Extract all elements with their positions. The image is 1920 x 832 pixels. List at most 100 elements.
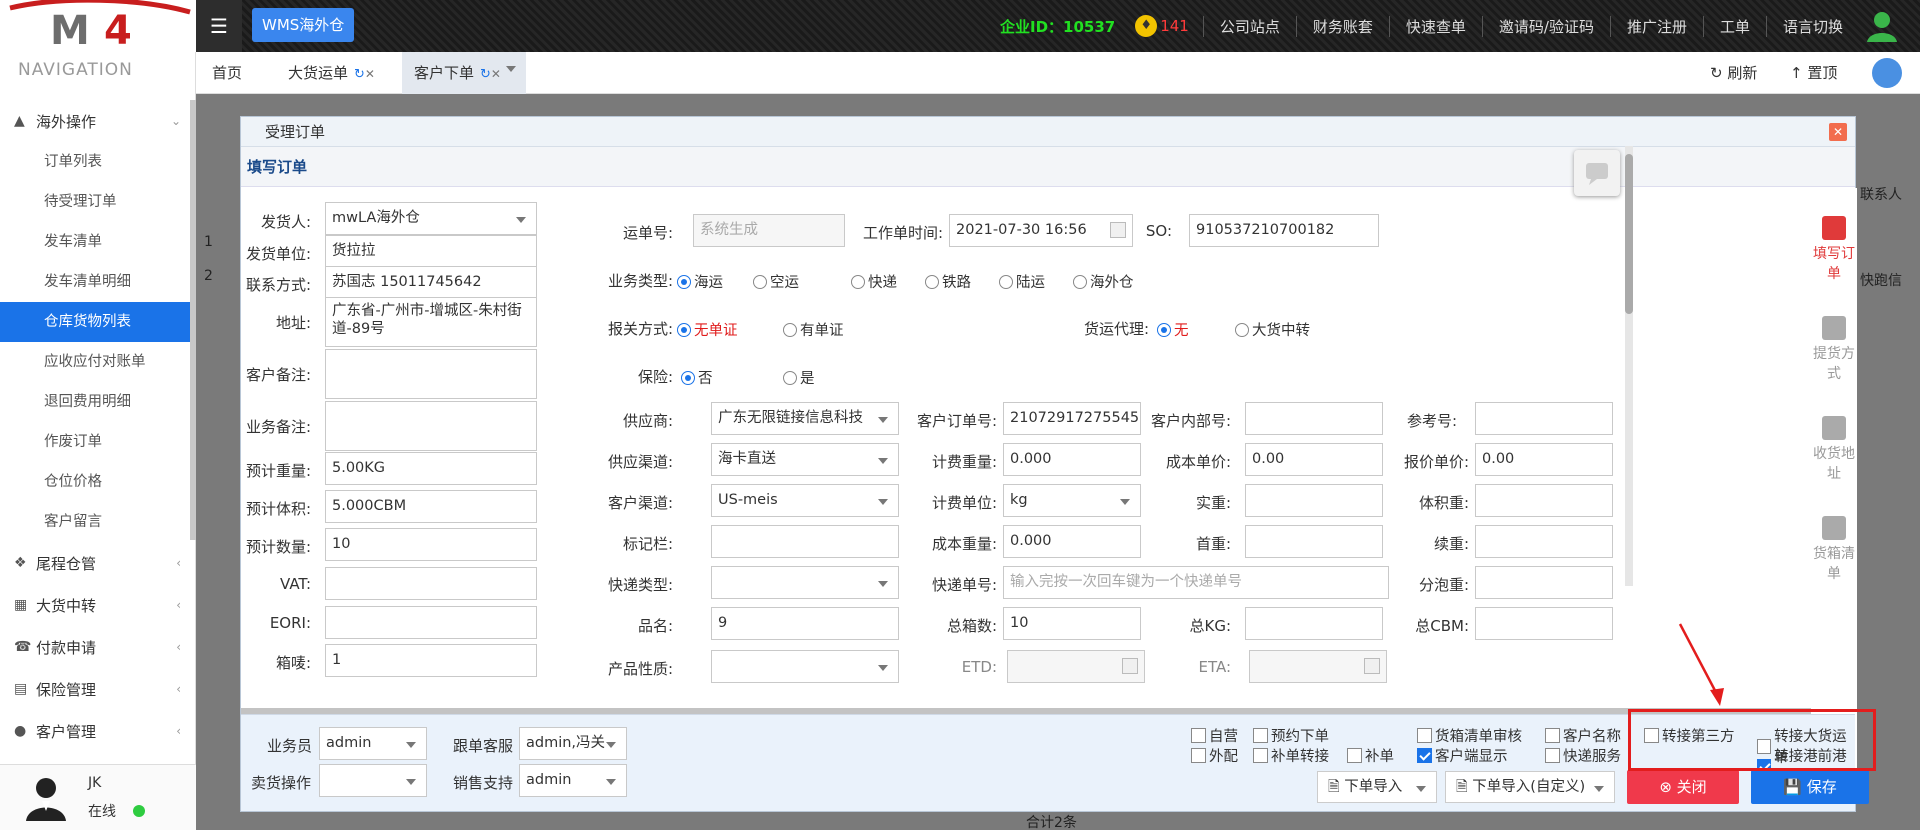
cb-supplement[interactable]: 补单	[1347, 745, 1394, 766]
etd-input[interactable]	[1007, 650, 1145, 683]
refresh-icon[interactable]: ↻	[480, 67, 491, 82]
sidebar-group-insurance[interactable]: ▤ 保险管理 ‹	[0, 668, 195, 710]
marker-input[interactable]	[711, 525, 899, 558]
vol-weight-input[interactable]	[1475, 484, 1613, 517]
radio-no-docs[interactable]: 无单证	[677, 319, 738, 340]
pin-top-button[interactable]: ↑ 置顶	[1790, 52, 1837, 94]
cs-select[interactable]: admin,冯关	[519, 727, 627, 760]
tab-bulk-waybill[interactable]: 大货运单 ↻✕	[276, 52, 387, 94]
cost-price-input[interactable]: 0.00	[1245, 443, 1383, 476]
sales-select[interactable]: admin	[319, 727, 427, 760]
volume-input[interactable]: 5.000CBM	[325, 490, 537, 523]
side-nav-pickup[interactable]: 提货方式	[1811, 316, 1857, 384]
cb-external[interactable]: 外配	[1191, 745, 1238, 766]
sidebar-item-refund-detail[interactable]: 退回费用明细	[0, 382, 195, 422]
link-language[interactable]: 语言切换	[1766, 15, 1859, 37]
close-button[interactable]: ⊗ 关闭	[1627, 770, 1739, 804]
link-ticket[interactable]: 工单	[1702, 15, 1766, 37]
supplier-select[interactable]: 广东无限链接信息科技	[711, 402, 899, 435]
total-boxes-input[interactable]: 10	[1003, 607, 1141, 640]
radio-insurance-yes[interactable]: 是	[783, 367, 815, 388]
link-finance[interactable]: 财务账套	[1295, 15, 1389, 37]
express-type-select[interactable]	[711, 566, 899, 599]
ship-unit-input[interactable]: 货拉拉	[325, 235, 537, 268]
close-icon[interactable]: ✕	[365, 67, 375, 81]
save-button[interactable]: 💾 保存	[1751, 770, 1869, 804]
charge-unit-select[interactable]: kg	[1003, 484, 1141, 517]
cb-supplement-transfer[interactable]: 补单转接	[1253, 745, 1329, 766]
business-note-textarea[interactable]	[325, 401, 537, 451]
total-kg-input[interactable]	[1245, 607, 1383, 640]
charge-weight-input[interactable]: 0.000	[1003, 443, 1141, 476]
qty-input[interactable]: 10	[325, 528, 537, 561]
cont-weight-input[interactable]	[1475, 525, 1613, 558]
address-textarea[interactable]: 广东省-广州市-增城区-朱村街道-89号	[325, 297, 537, 347]
radio-agent-none[interactable]: 无	[1157, 319, 1189, 340]
seller-select[interactable]	[319, 764, 427, 797]
radio-rail[interactable]: 铁路	[925, 271, 971, 292]
sidebar-group-payment[interactable]: ☎ 付款申请 ‹	[0, 626, 195, 668]
sidebar-item-dispatch-detail[interactable]: 发车清单明细	[0, 262, 195, 302]
cost-weight-input[interactable]: 0.000	[1003, 525, 1141, 558]
notification[interactable]: ♦ 141	[1129, 15, 1203, 37]
cust-channel-select[interactable]: US-meis	[711, 484, 899, 517]
waybill-input[interactable]: 系统生成	[693, 214, 845, 247]
so-input[interactable]: 910537210700182	[1189, 214, 1379, 247]
close-icon[interactable]: ✕	[491, 67, 501, 81]
radio-air[interactable]: 空运	[753, 271, 799, 292]
cb-express-service[interactable]: 快递服务	[1545, 745, 1621, 766]
ref-input[interactable]	[1475, 402, 1613, 435]
sidebar-item-void-orders[interactable]: 作废订单	[0, 422, 195, 462]
menu-toggle-icon[interactable]: ☰	[196, 0, 242, 52]
vat-input[interactable]	[325, 567, 537, 600]
express-no-input[interactable]: 输入完按一次回车键为一个快递单号	[1003, 566, 1389, 599]
link-quick-query[interactable]: 快速查单	[1388, 15, 1482, 37]
ticket-time-input[interactable]: 2021-07-30 16:56	[949, 214, 1133, 247]
cust-internal-input[interactable]	[1245, 402, 1383, 435]
side-nav-fill-order[interactable]: 填写订单	[1811, 216, 1857, 284]
wms-label-button[interactable]: WMS海外仓	[252, 8, 355, 42]
split-weight-input[interactable]	[1475, 566, 1613, 599]
sidebar-group-tail-warehouse[interactable]: ❖ 尾程仓管 ‹	[0, 542, 195, 584]
shipper-select[interactable]: mwLA海外仓	[325, 202, 537, 235]
link-company-site[interactable]: 公司站点	[1202, 15, 1296, 37]
product-input[interactable]: 9	[711, 607, 899, 640]
user-avatar-icon[interactable]	[1864, 8, 1900, 44]
refresh-icon[interactable]: ↻	[354, 67, 365, 82]
sidebar-item-order-list[interactable]: 订单列表	[0, 142, 195, 182]
sidebar-item-warehouse-goods[interactable]: 仓库货物列表	[0, 302, 195, 342]
radio-agent-bulk[interactable]: 大货中转	[1235, 319, 1310, 340]
radio-sea[interactable]: 海运	[677, 271, 723, 292]
contact-input[interactable]: 苏国志 15011745642	[325, 266, 537, 299]
sidebar-group-customers[interactable]: ● 客户管理 ‹	[0, 710, 195, 752]
radio-overseas[interactable]: 海外仓	[1073, 271, 1134, 292]
chat-icon[interactable]	[1574, 150, 1620, 196]
nature-select[interactable]	[711, 650, 899, 683]
sidebar-item-pending-orders[interactable]: 待受理订单	[0, 182, 195, 222]
radio-express[interactable]: 快递	[851, 271, 897, 292]
actual-weight-input[interactable]	[1245, 484, 1383, 517]
modal-close-icon[interactable]: ✕	[1829, 123, 1847, 141]
eori-input[interactable]	[325, 606, 537, 639]
modal-vertical-scrollbar[interactable]	[1625, 146, 1633, 586]
cb-client-display[interactable]: 客户端显示	[1417, 745, 1508, 766]
link-invite-code[interactable]: 邀请码/验证码	[1481, 15, 1610, 37]
cb-book-order[interactable]: 预约下单	[1253, 725, 1329, 746]
sidebar-group-overseas[interactable]: ▲ 海外操作 ⌄	[0, 100, 195, 142]
calendar-icon[interactable]	[1122, 658, 1138, 674]
order-import-custom-dropdown[interactable]: 🗎 下单导入(自定义)	[1445, 771, 1615, 803]
calendar-icon[interactable]	[1110, 222, 1126, 238]
sidebar-group-bulk-transfer[interactable]: ▦ 大货中转 ‹	[0, 584, 195, 626]
sidebar-item-slot-price[interactable]: 仓位价格	[0, 462, 195, 502]
assistant-icon[interactable]	[1872, 58, 1902, 88]
quote-price-input[interactable]: 0.00	[1475, 443, 1613, 476]
total-cbm-input[interactable]	[1475, 607, 1613, 640]
sidebar-item-statement[interactable]: 应收应付对账单	[0, 342, 195, 382]
side-nav-address[interactable]: 收货地址	[1811, 416, 1857, 484]
cb-customer-name[interactable]: 客户名称	[1545, 725, 1621, 746]
mark-input[interactable]: 1	[325, 644, 537, 677]
weight-input[interactable]: 5.00KG	[325, 452, 537, 485]
sidebar-item-messages[interactable]: 客户留言	[0, 502, 195, 542]
cb-self-operated[interactable]: 自营	[1191, 725, 1238, 746]
cust-order-input[interactable]: 210729172755455	[1003, 402, 1141, 435]
